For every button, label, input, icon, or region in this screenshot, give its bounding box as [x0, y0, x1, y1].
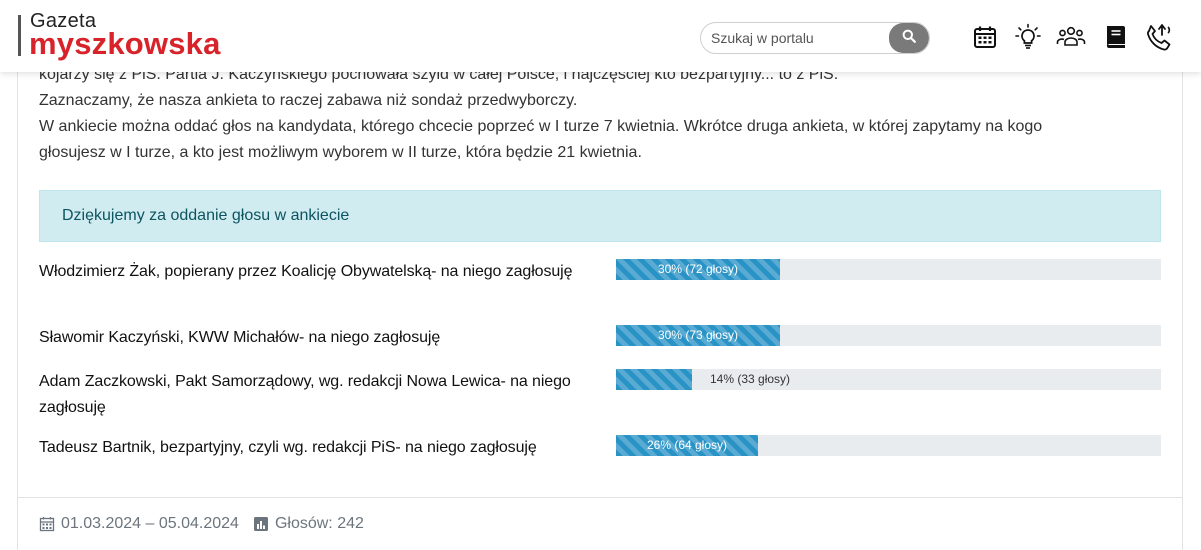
search-box — [700, 22, 930, 54]
article-line: głosujesz w I turze, a kto jest możliwym… — [39, 144, 642, 161]
book-icon[interactable] — [1100, 21, 1132, 53]
poll-bar-text: 30% (73 głosy) — [657, 328, 739, 342]
logo-main[interactable]: myszkowska — [29, 27, 221, 61]
poll-bar-fill: 26% (64 głosy) — [616, 435, 758, 456]
poll-bar-text: 14% (33 głosy) — [710, 372, 791, 386]
site-header: Gazeta myszkowska — [0, 0, 1201, 72]
bar-chart-icon — [253, 516, 269, 532]
poll-footer: 01.03.2024 – 05.04.2024 Głosów: 242 — [39, 512, 364, 536]
article-text: kojarzy się z PiS. Partia J. Kaczyńskieg… — [39, 62, 1139, 166]
poll-option-label: Sławomir Kaczyński, KWW Michałów- na nie… — [39, 329, 441, 346]
logo-bar — [18, 15, 21, 56]
article-line: W ankiecie można oddać głos na kandydata… — [39, 118, 1043, 135]
poll-bar-track: 30% (72 głosy) — [616, 259, 1161, 280]
calendar-small-icon — [39, 516, 55, 532]
people-icon[interactable] — [1055, 21, 1087, 53]
poll-total: Głosów: 242 — [274, 515, 364, 532]
poll-bar-fill — [616, 369, 692, 390]
search-button[interactable] — [889, 23, 929, 53]
lightbulb-icon[interactable] — [1012, 21, 1044, 53]
poll-option-label: Włodzimierz Żak, popierany przez Koalicj… — [39, 263, 573, 280]
poll-bar-track: 30% (73 głosy) — [616, 325, 1161, 346]
poll-bar-fill: 30% (72 głosy) — [616, 259, 780, 280]
phone-icon[interactable] — [1143, 21, 1175, 53]
poll-bar-text: 30% (72 głosy) — [657, 262, 739, 276]
calendar-icon[interactable] — [969, 21, 1001, 53]
search-input[interactable] — [701, 23, 891, 53]
article-line: Zaznaczamy, że nasza ankieta to raczej z… — [39, 92, 578, 109]
divider — [18, 497, 1182, 498]
poll-option-label: Adam Zaczkowski, Pakt Samorządowy, wg. r… — [39, 373, 571, 416]
search-icon — [902, 29, 916, 48]
poll-card: kojarzy się z PiS. Partia J. Kaczyńskieg… — [17, 0, 1183, 550]
poll-dates: 01.03.2024 – 05.04.2024 — [61, 515, 239, 532]
thanks-alert: Dziękujemy za oddanie głosu w ankiecie — [39, 190, 1161, 242]
poll-bar-text: 26% (64 głosy) — [646, 438, 728, 452]
poll-bar-track: 14% (33 głosy) — [616, 369, 1161, 390]
poll-bar-track: 26% (64 głosy) — [616, 435, 1161, 456]
poll-bar-fill: 30% (73 głosy) — [616, 325, 780, 346]
poll-option-label: Tadeusz Bartnik, bezpartyjny, czyli wg. … — [39, 439, 537, 456]
